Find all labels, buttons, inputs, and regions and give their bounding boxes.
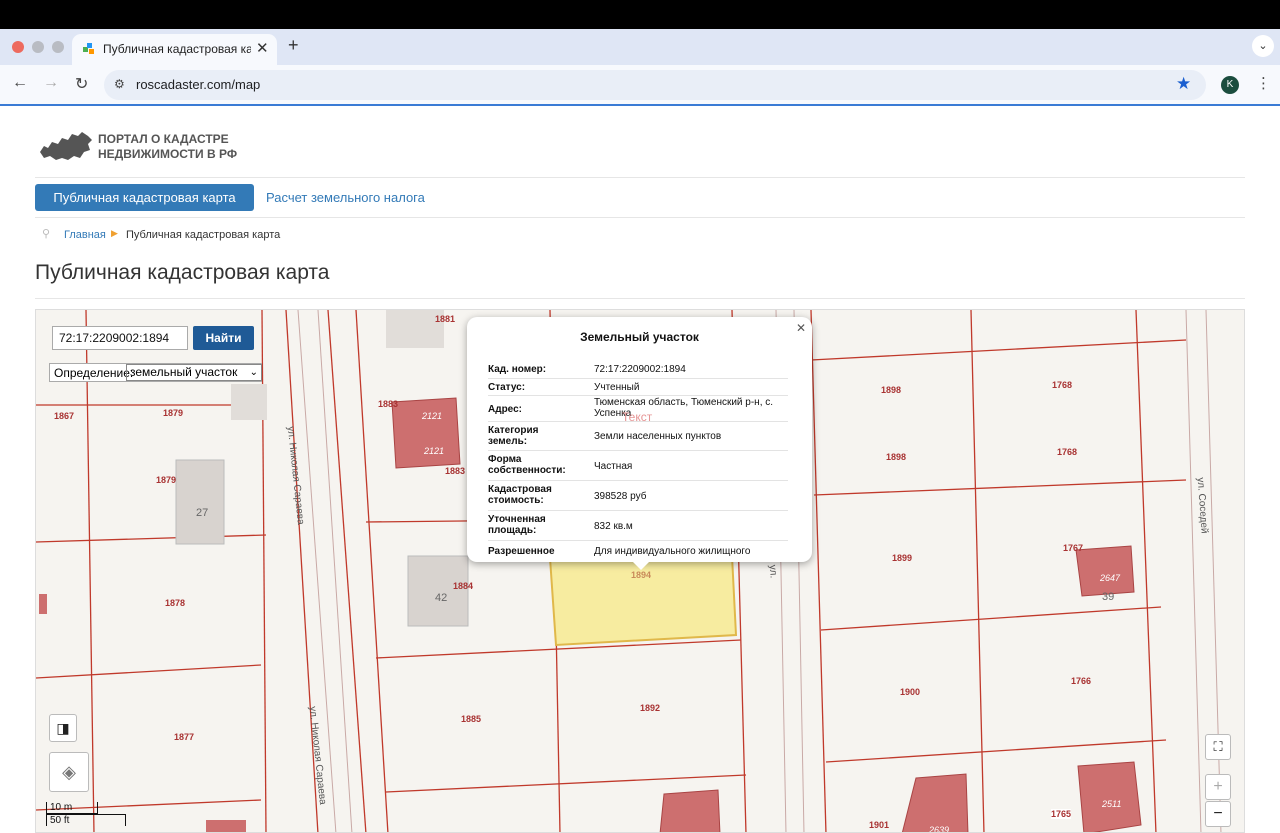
divider [35, 217, 1245, 218]
chevron-down-icon: ⌄ [249, 367, 258, 378]
breadcrumb-current: Публичная кадастровая карта [126, 229, 281, 241]
fullscreen-icon[interactable]: ⛶ [1205, 734, 1231, 760]
browser-toolbar: ← → ↻ ⚙ roscadaster.com/map ★ K ⋮ [0, 65, 1280, 106]
zoom-in-button[interactable]: + [1205, 774, 1231, 800]
divider [35, 298, 1245, 299]
bookmark-star-icon[interactable]: ★ [1176, 74, 1191, 94]
popup-key: Кадастровая стоимость: [488, 484, 552, 506]
site-info-icon[interactable]: ⚙ [114, 77, 125, 91]
browser-tab[interactable]: Публичная кадастровая кар ✕ [72, 34, 277, 65]
popup-value: 398528 руб [594, 491, 647, 502]
browser-menu-icon[interactable]: ⋮ [1256, 74, 1271, 92]
popup-pointer [631, 560, 651, 570]
new-tab-icon[interactable]: + [288, 35, 299, 56]
scale-imperial: 50 ft [46, 814, 126, 826]
cadastral-number-input[interactable]: 72:17:2209002:1894 [52, 326, 188, 350]
popup-key: Категория земель: [488, 425, 539, 447]
tab-strip: Публичная кадастровая кар ✕ + ⌄ [0, 29, 1280, 65]
popup-value: Частная [594, 461, 633, 472]
popup-row: Категория земель: Земли населенных пункт… [488, 422, 788, 451]
popup-key: Форма собственности: [488, 454, 566, 476]
nav-land-tax[interactable]: Расчет земельного налога [266, 190, 425, 205]
ruler-icon[interactable]: ◨ [49, 714, 77, 742]
overlay-text: Текст [622, 410, 653, 424]
popup-value: 72:17:2209002:1894 [594, 364, 686, 375]
tab-title: Публичная кадастровая кар [103, 42, 251, 56]
nav-cadastral-map[interactable]: Публичная кадастровая карта [35, 184, 254, 211]
popup-row: Уточненная площадь: 832 кв.м [488, 511, 788, 541]
definition-control: Определение: земельный участок ⌄ [49, 363, 262, 382]
popup-key: Адрес: [488, 404, 522, 415]
map-scale: 10 m 50 ft [46, 802, 126, 826]
popup-value: 832 кв.м [594, 521, 633, 532]
divider [35, 177, 1245, 178]
popup-value: Для индивидуального жилищного [594, 546, 751, 557]
popup-value: Учтенный [594, 382, 640, 393]
minimize-window-button[interactable] [32, 41, 44, 53]
definition-value: земельный участок [130, 365, 238, 379]
maximize-window-button[interactable] [52, 41, 64, 53]
breadcrumb-arrow-icon: ▶ [111, 228, 118, 238]
profile-avatar[interactable]: K [1221, 76, 1239, 94]
back-icon[interactable]: ← [12, 74, 28, 92]
site-logo-text[interactable]: ПОРТАЛ О КАДАСТРЕ НЕДВИЖИМОСТИ В РФ [98, 132, 237, 162]
tab-close-icon[interactable]: ✕ [256, 39, 269, 57]
tab-search-icon[interactable]: ⌄ [1252, 35, 1274, 57]
russia-map-logo-icon [40, 132, 92, 160]
cadastral-map[interactable]: 1881 1867 1879 1879 1878 1877 1883 1883 … [35, 309, 1245, 833]
find-button[interactable]: Найти [193, 326, 254, 350]
parcel-info-popup: ✕ Земельный участок Кад. номер: 72:17:22… [467, 317, 812, 562]
address-bar[interactable]: ⚙ roscadaster.com/map ★ [104, 70, 1206, 100]
definition-label: Определение: [54, 366, 134, 380]
popup-key: Разрешенное [488, 546, 555, 557]
popup-row: Кадастровая стоимость: 398528 руб [488, 481, 788, 511]
popup-key: Статус: [488, 382, 526, 393]
logo-line-2: НЕДВИЖИМОСТИ В РФ [98, 147, 238, 161]
scale-metric: 10 m [46, 802, 98, 814]
page-title: Публичная кадастровая карта [35, 261, 330, 284]
popup-row: Кад. номер: 72:17:2209002:1894 [488, 361, 788, 379]
location-pin-icon: ⚲ [42, 228, 51, 240]
forward-icon[interactable]: → [43, 74, 59, 92]
url-text: roscadaster.com/map [136, 77, 261, 92]
popup-key: Кад. номер: [488, 364, 547, 375]
popup-row: Статус: Учтенный [488, 379, 788, 396]
popup-row: Разрешенное Для индивидуального жилищног… [488, 541, 788, 561]
popup-row: Форма собственности: Частная [488, 451, 788, 481]
reload-icon[interactable]: ↻ [75, 74, 88, 94]
popup-value: Земли населенных пунктов [594, 431, 722, 442]
screen-top-bar [0, 0, 1280, 29]
logo-line-1: ПОРТАЛ О КАДАСТРЕ [98, 132, 229, 146]
popup-title: Земельный участок [580, 330, 699, 344]
site-favicon-icon [83, 43, 94, 54]
zoom-out-button[interactable]: − [1205, 801, 1231, 827]
close-window-button[interactable] [12, 41, 24, 53]
web-page: ПОРТАЛ О КАДАСТРЕ НЕДВИЖИМОСТИ В РФ Публ… [0, 108, 1280, 833]
popup-key: Уточненная площадь: [488, 514, 546, 536]
definition-select[interactable]: земельный участок ⌄ [126, 364, 262, 381]
layers-icon[interactable]: ◈ [49, 752, 89, 792]
breadcrumb-home[interactable]: Главная [64, 229, 106, 241]
